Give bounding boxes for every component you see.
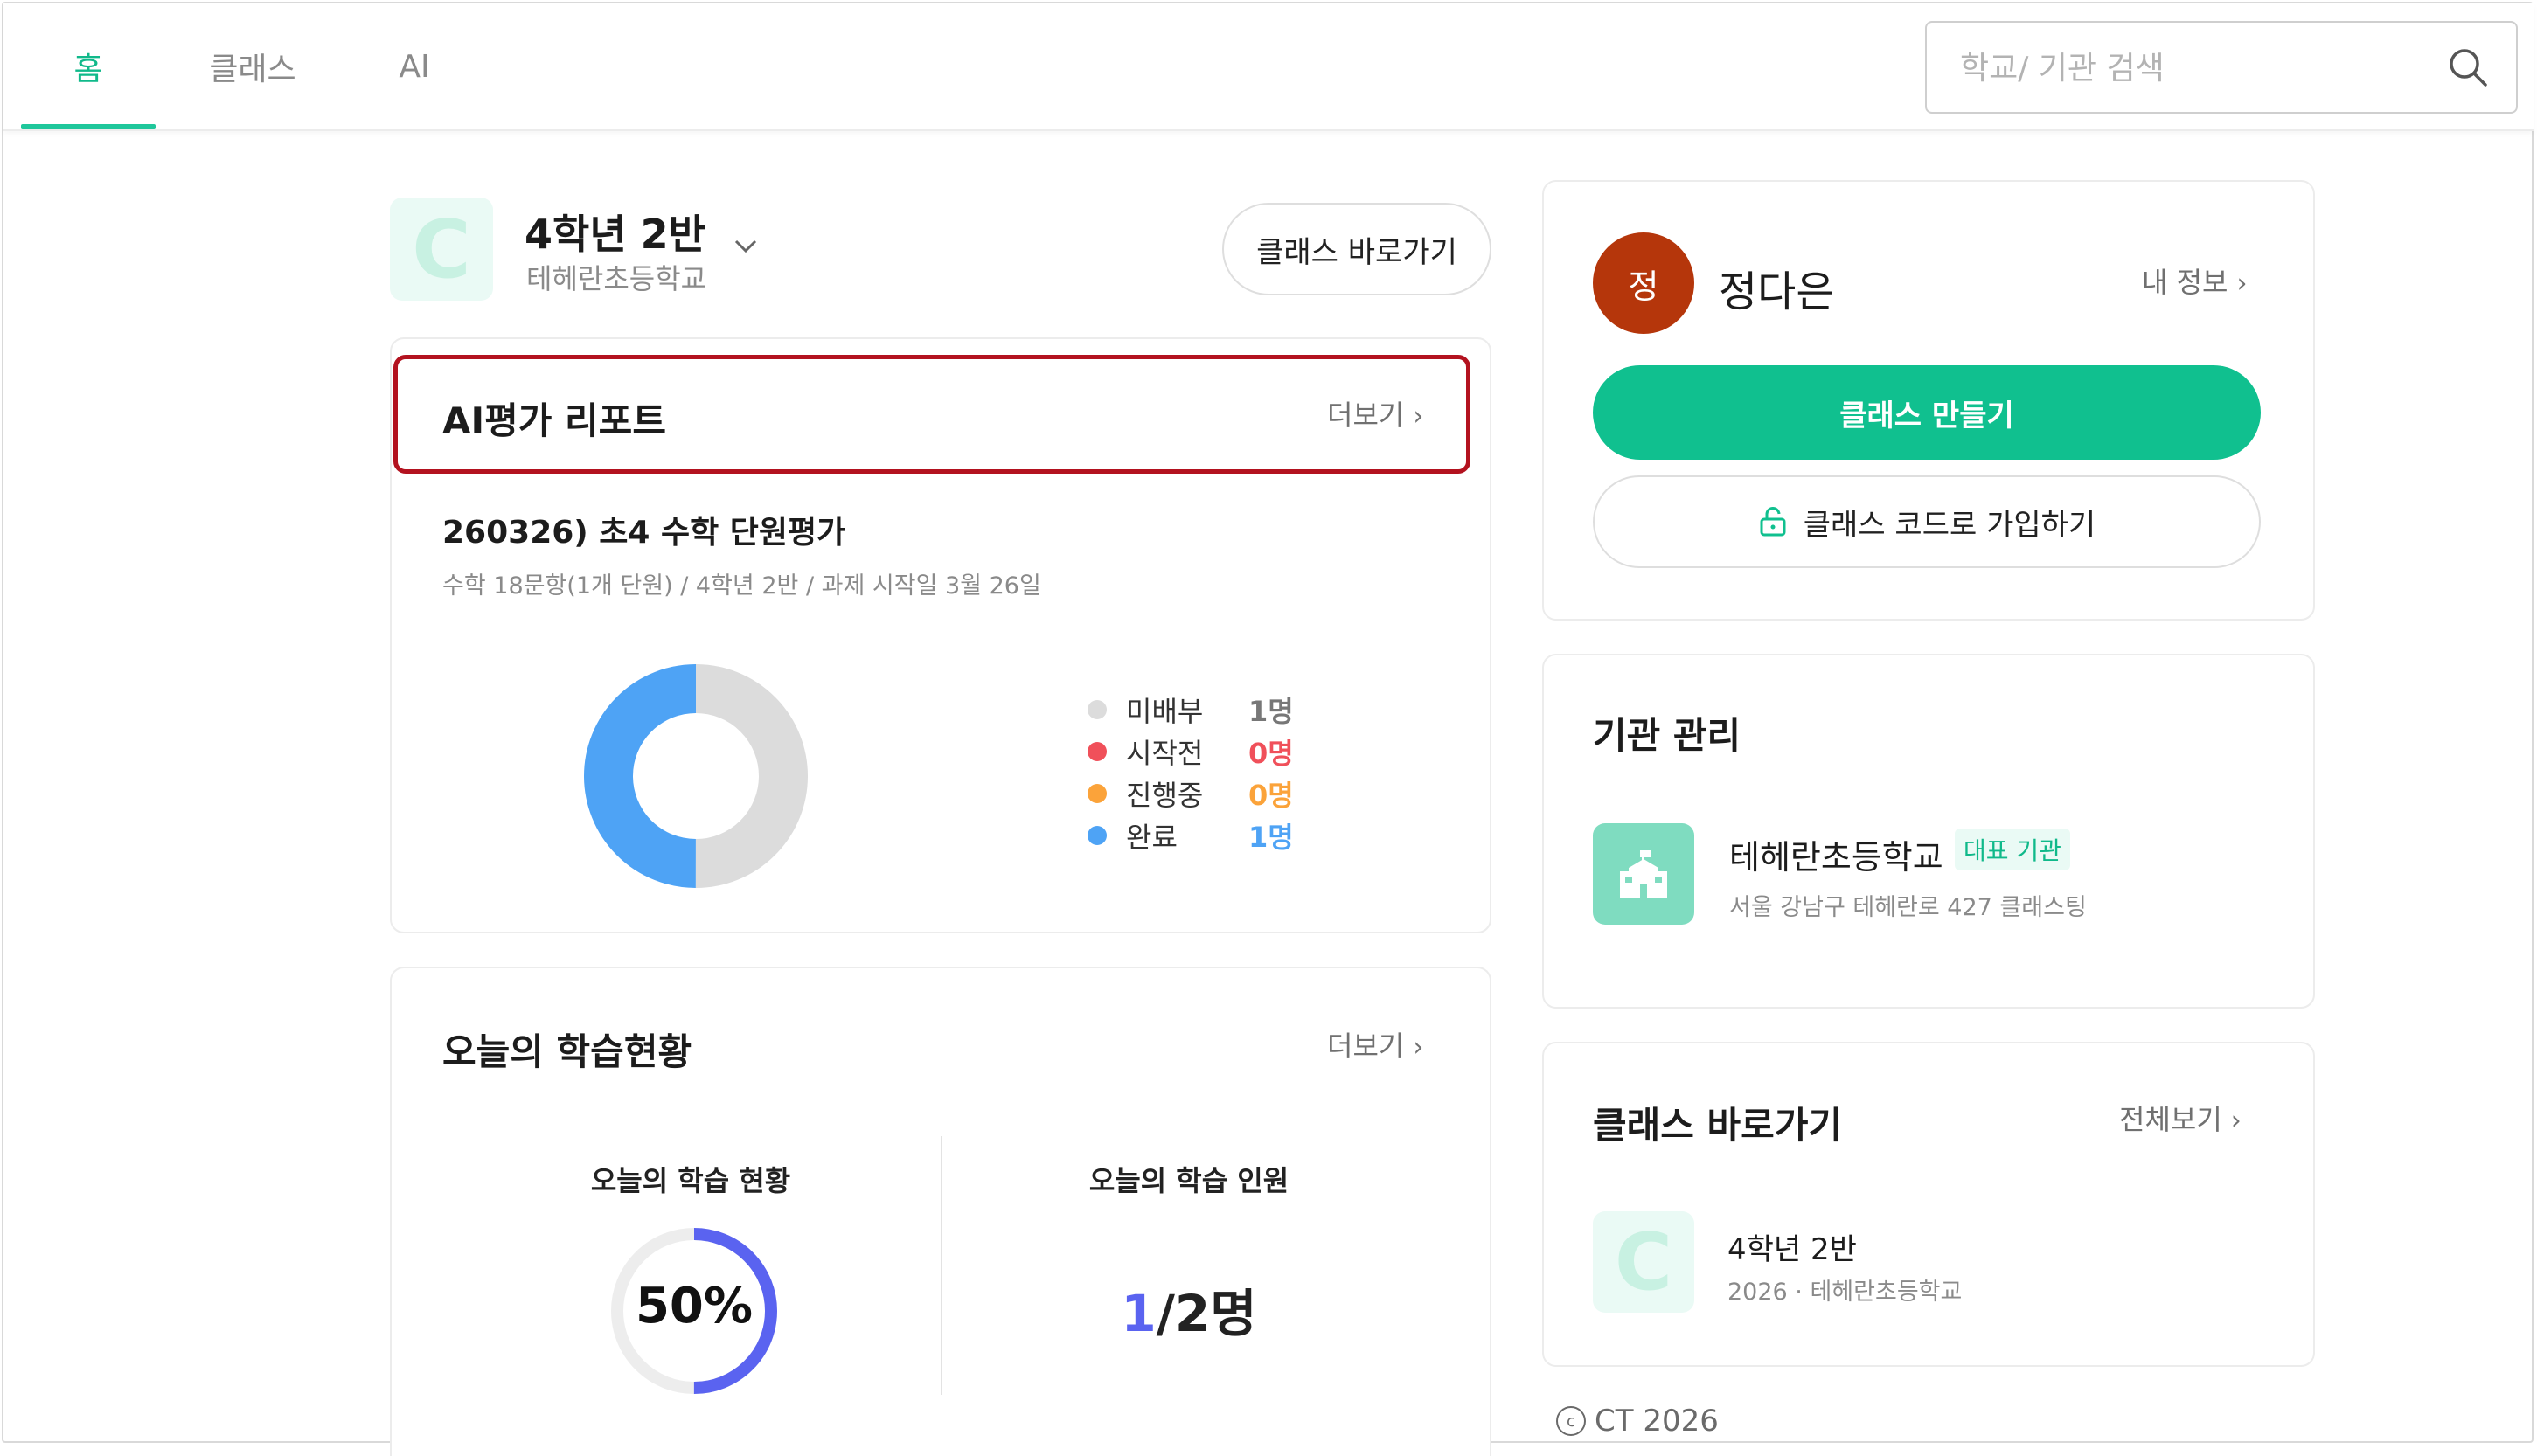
legend-item-completed: 완료 1명 [1088, 815, 1294, 856]
legend-dot [1088, 742, 1107, 761]
user-name: 정다은 [1719, 267, 1835, 316]
ai-report-title: AI평가 리포트 [442, 399, 666, 442]
chevron-right-icon: › [1413, 1032, 1424, 1063]
search-input[interactable] [1958, 23, 2416, 114]
legend-label: 완료 [1126, 821, 1178, 854]
members-done: 1 [1121, 1284, 1157, 1343]
footer-copyright: c CT 2026 [1556, 1404, 1719, 1439]
legend-dot [1088, 700, 1107, 719]
copyright-icon: c [1556, 1406, 1586, 1436]
legend-value: 0명 [1248, 779, 1294, 812]
legend-dot [1088, 826, 1107, 845]
search-box[interactable] [1925, 21, 2518, 114]
today-learning-more-link[interactable]: 더보기 › [1327, 1024, 1423, 1064]
legend-label: 진행중 [1126, 779, 1204, 812]
tab-ai[interactable]: AI [371, 3, 458, 129]
institution-name[interactable]: 테헤란초등학교 [1729, 830, 1943, 878]
legend-dot [1088, 784, 1107, 803]
chevron-right-icon: › [2236, 268, 2248, 299]
active-tab-indicator [21, 124, 156, 129]
top-navigation: 홈 클래스 AI [3, 3, 2534, 131]
class-logo: C [390, 198, 493, 301]
legend-value: 0명 [1248, 737, 1294, 770]
legend-value: 1명 [1248, 695, 1294, 728]
create-class-button[interactable]: 클래스 만들기 [1593, 365, 2261, 460]
today-learning-title: 오늘의 학습현황 [442, 1030, 692, 1073]
primary-institution-badge: 대표 기관 [1955, 829, 2070, 870]
tab-home[interactable]: 홈 [21, 3, 156, 129]
institution-logo [1593, 823, 1694, 925]
school-building-icon [1620, 850, 1667, 898]
today-progress-text: 50% [635, 1278, 754, 1335]
my-info-link[interactable]: 내 정보 › [2142, 260, 2248, 301]
class-shortcut-name[interactable]: 4학년 2반 [1727, 1225, 1857, 1268]
goto-class-button[interactable]: 클래스 바로가기 [1222, 203, 1491, 295]
assessment-meta: 수학 18문항(1개 단원) / 4학년 2반 / 과제 시작일 3월 26일 [442, 572, 1041, 600]
today-members-label: 오늘의 학습 인원 [1088, 1164, 1289, 1197]
today-status-label: 오늘의 학습 현황 [590, 1164, 791, 1197]
divider [941, 1136, 942, 1395]
legend-item-not-started: 시작전 0명 [1088, 731, 1294, 773]
chevron-right-icon: › [1413, 401, 1424, 432]
unlock-icon [1760, 507, 1786, 537]
class-shortcut-logo[interactable]: C [1593, 1211, 1694, 1313]
class-shortcut-meta: 2026 · 테헤란초등학교 [1727, 1279, 1963, 1306]
ai-report-more-link[interactable]: 더보기 › [1327, 393, 1423, 433]
legend-item-unassigned: 미배부 1명 [1088, 689, 1294, 731]
institution-title: 기관 관리 [1593, 714, 1741, 757]
avatar[interactable]: 정 [1593, 232, 1694, 334]
search-icon[interactable] [2446, 45, 2490, 89]
class-shortcut-card [1542, 1042, 2315, 1367]
legend-item-in-progress: 진행중 0명 [1088, 773, 1294, 815]
tab-class[interactable]: 클래스 [187, 3, 318, 129]
legend-label: 시작전 [1126, 737, 1204, 770]
chevron-right-icon: › [2230, 1106, 2242, 1136]
class-shortcut-title: 클래스 바로가기 [1593, 1104, 1843, 1147]
class-name[interactable]: 4학년 2반 [525, 203, 705, 260]
institution-address: 서울 강남구 테헤란로 427 클래스팅 [1729, 894, 2087, 921]
members-total: /2명 [1156, 1284, 1257, 1343]
view-all-link[interactable]: 전체보기 › [2119, 1098, 2242, 1138]
legend-label: 미배부 [1126, 695, 1204, 728]
school-name: 테헤란초등학교 [526, 262, 707, 295]
legend-value: 1명 [1248, 821, 1294, 854]
assessment-title[interactable]: 260326) 초4 수학 단원평가 [442, 507, 845, 552]
chevron-down-icon[interactable] [733, 238, 759, 255]
assessment-status-donut-chart [584, 664, 808, 888]
join-with-code-button[interactable]: 클래스 코드로 가입하기 [1593, 475, 2261, 568]
today-members-count: 1/2명 [1032, 1272, 1346, 1346]
